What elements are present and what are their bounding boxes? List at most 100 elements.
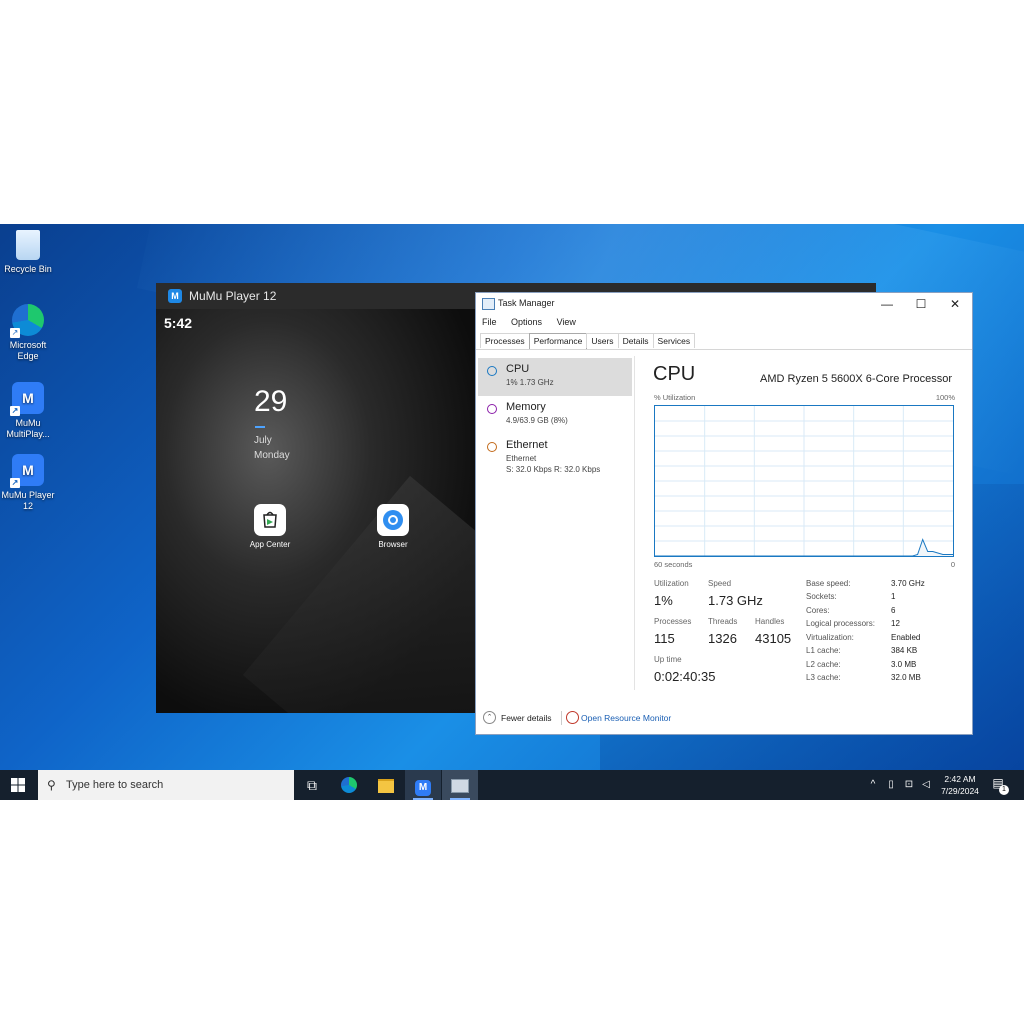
date-month: July bbox=[254, 435, 272, 446]
resource-cpu[interactable]: CPU 1% 1.73 GHz bbox=[478, 358, 632, 396]
file-explorer-icon[interactable] bbox=[368, 770, 404, 800]
graph-min-label: 0 bbox=[950, 560, 955, 569]
utilization-max-label: 100% bbox=[935, 393, 955, 402]
tab-details[interactable]: Details bbox=[617, 333, 654, 348]
spec-key: L1 cache: bbox=[806, 646, 841, 655]
utilization-value: 1% bbox=[654, 593, 673, 608]
task-manager-window: Task Manager — ☐ ✕ File Options View Pro… bbox=[475, 292, 973, 735]
resource-list: CPU 1% 1.73 GHz Memory 4.9/63.9 GB (8%) … bbox=[478, 358, 632, 478]
uptime-label: Up time bbox=[654, 655, 682, 664]
spec-key: Sockets: bbox=[806, 592, 837, 601]
task-manager-icon bbox=[482, 298, 495, 310]
menu-options[interactable]: Options bbox=[511, 317, 542, 327]
menu-view[interactable]: View bbox=[557, 317, 576, 327]
utilization-label: Utilization bbox=[654, 579, 689, 588]
desktop-icon-mumu-multiplayer[interactable]: M ↗ MuMu MultiPlay... bbox=[0, 382, 56, 440]
date-number: 29 bbox=[254, 385, 288, 418]
desktop-icon-label: MuMu MultiPlay... bbox=[6, 418, 50, 439]
menu-file[interactable]: File bbox=[482, 317, 497, 327]
mumu-multiplayer-icon: M ↗ bbox=[10, 382, 44, 416]
cpu-indicator-icon bbox=[487, 366, 497, 376]
task-manager-footer: ⌃ Fewer details Open Resource Monitor bbox=[476, 705, 972, 733]
ethernet-indicator-icon bbox=[487, 442, 497, 452]
status-time: 5:42 bbox=[164, 315, 193, 331]
date-weekday: Monday bbox=[254, 450, 290, 461]
mumu-taskbar-icon[interactable]: M bbox=[405, 770, 441, 800]
notification-count: 1 bbox=[999, 785, 1009, 795]
desktop-icon-label: Microsoft Edge bbox=[9, 340, 47, 361]
spec-key: Logical processors: bbox=[806, 619, 875, 628]
desktop-icon-recycle-bin[interactable]: Recycle Bin bbox=[0, 230, 56, 275]
windows-logo-icon bbox=[11, 778, 25, 792]
desktop-icon-label: MuMu Player 12 bbox=[1, 490, 55, 511]
spec-value: 384 KB bbox=[891, 646, 918, 655]
fewer-details-link[interactable]: Fewer details bbox=[501, 713, 552, 723]
taskbar-search-box[interactable]: ⚲ Type here to search bbox=[38, 770, 294, 800]
task-manager-titlebar[interactable]: Task Manager — ☐ ✕ bbox=[476, 293, 972, 315]
spec-key: L2 cache: bbox=[806, 660, 841, 669]
resource-throughput: S: 32.0 Kbps R: 32.0 Kbps bbox=[506, 465, 601, 474]
tab-performance[interactable]: Performance bbox=[528, 333, 588, 349]
maximize-button[interactable]: ☐ bbox=[904, 293, 938, 315]
battery-icon[interactable]: ▯ bbox=[883, 770, 899, 800]
resource-name: Memory bbox=[506, 401, 546, 413]
task-view-icon[interactable]: ⧉ bbox=[294, 770, 330, 800]
taskbar-clock[interactable]: 2:42 AM 7/29/2024 bbox=[932, 773, 988, 797]
memory-indicator-icon bbox=[487, 404, 497, 414]
resource-monitor-icon[interactable] bbox=[566, 711, 579, 724]
app-label: Browser bbox=[378, 540, 408, 549]
edge-icon: ↗ bbox=[10, 304, 44, 338]
desktop-icon-mumu-player[interactable]: M ↗ MuMu Player 12 bbox=[0, 454, 56, 512]
processes-value: 115 bbox=[654, 631, 675, 646]
minimize-button[interactable]: — bbox=[870, 293, 904, 315]
fewer-details-icon[interactable]: ⌃ bbox=[483, 711, 496, 724]
uptime-value: 0:02:40:35 bbox=[654, 669, 716, 684]
mumu-logo-icon: M bbox=[168, 289, 182, 303]
processes-label: Processes bbox=[654, 617, 692, 626]
spec-key: L3 cache: bbox=[806, 673, 841, 682]
resource-memory[interactable]: Memory 4.9/63.9 GB (8%) bbox=[478, 396, 632, 434]
threads-label: Threads bbox=[708, 617, 738, 626]
desktop-icon-edge[interactable]: ↗ Microsoft Edge bbox=[0, 304, 56, 362]
app-label: App Center bbox=[249, 540, 291, 549]
spec-value: 3.70 GHz bbox=[891, 579, 925, 588]
spec-key: Virtualization: bbox=[806, 633, 854, 642]
tab-services[interactable]: Services bbox=[652, 333, 696, 348]
desktop-icon-label: Recycle Bin bbox=[4, 264, 52, 274]
menu-bar: File Options View bbox=[476, 317, 582, 331]
search-icon: ⚲ bbox=[47, 778, 56, 792]
network-icon[interactable]: ⊡ bbox=[901, 770, 917, 800]
threads-value: 1326 bbox=[708, 631, 737, 646]
notification-center-icon[interactable]: ▤ 1 bbox=[990, 776, 1009, 795]
spec-value: 6 bbox=[891, 606, 896, 615]
resource-detail: 4.9/63.9 GB (8%) bbox=[506, 416, 568, 425]
tab-strip: Processes Performance Users Details Serv… bbox=[480, 333, 696, 349]
spec-value: 12 bbox=[891, 619, 900, 628]
task-manager-taskbar-icon[interactable] bbox=[442, 770, 478, 800]
resource-ethernet[interactable]: Ethernet Ethernet S: 32.0 Kbps R: 32.0 K… bbox=[478, 434, 632, 478]
browser-icon bbox=[377, 504, 409, 536]
resource-name: Ethernet bbox=[506, 439, 548, 451]
resource-detail: 1% 1.73 GHz bbox=[506, 378, 554, 387]
clock-time: 2:42 AM bbox=[944, 774, 976, 784]
handles-label: Handles bbox=[755, 617, 785, 626]
resource-name: CPU bbox=[506, 363, 530, 375]
edge-taskbar-icon[interactable] bbox=[331, 770, 367, 800]
close-button[interactable]: ✕ bbox=[938, 293, 972, 315]
speed-label: Speed bbox=[708, 579, 732, 588]
spec-key: Base speed: bbox=[806, 579, 851, 588]
browser-app[interactable]: Browser bbox=[363, 504, 423, 549]
mumu-title: MuMu Player 12 bbox=[189, 289, 277, 303]
spec-value: Enabled bbox=[891, 633, 921, 642]
open-resource-monitor-link[interactable]: Open Resource Monitor bbox=[581, 713, 671, 723]
android-screen[interactable]: 5:42 29 July Monday App Center Browser bbox=[156, 309, 476, 713]
app-center-app[interactable]: App Center bbox=[240, 504, 300, 549]
spec-key: Cores: bbox=[806, 606, 830, 615]
show-hidden-icons-icon[interactable]: ^ bbox=[866, 770, 880, 800]
tab-processes[interactable]: Processes bbox=[480, 333, 530, 348]
resource-detail: Ethernet bbox=[506, 454, 537, 463]
start-button[interactable] bbox=[0, 770, 36, 800]
tab-users[interactable]: Users bbox=[586, 333, 619, 348]
speed-value: 1.73 GHz bbox=[708, 593, 763, 608]
handles-value: 43105 bbox=[755, 631, 792, 646]
